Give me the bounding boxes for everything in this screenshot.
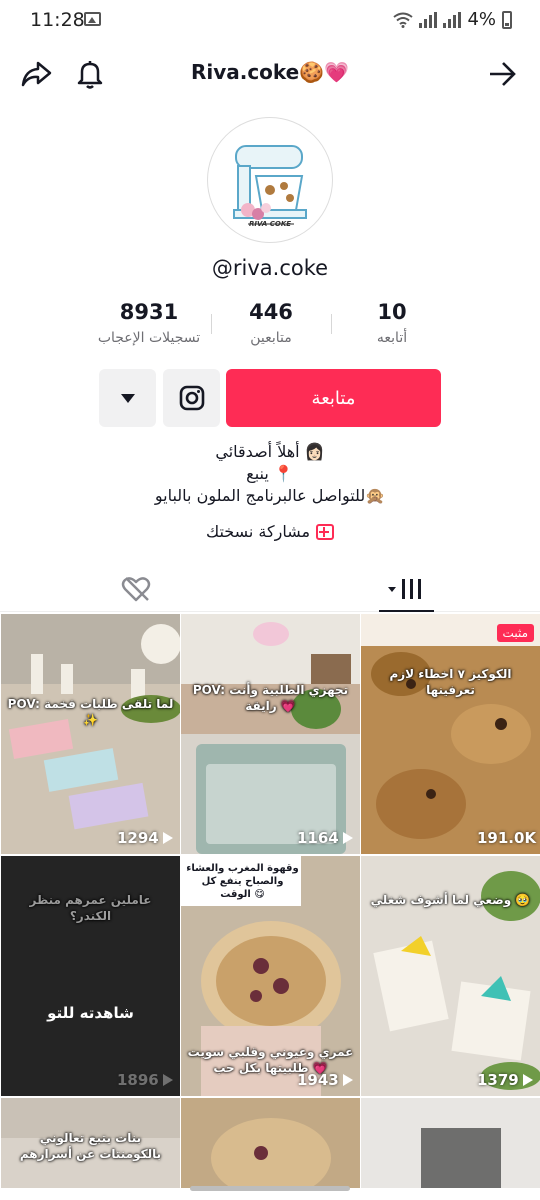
follow-button[interactable]: متابعة xyxy=(226,369,441,427)
stat-likes[interactable]: 8931 تسجيلات الإعجاب xyxy=(79,300,219,346)
status-icons: 4% xyxy=(393,9,512,30)
view-count: 1294 xyxy=(117,829,173,847)
bio-line: للتواصل عالبرنامج الملون بالبايو🙊 xyxy=(154,486,386,505)
hidden-heart-icon xyxy=(121,577,151,602)
view-count-value: 1943 xyxy=(297,1071,339,1089)
view-count-value: 1294 xyxy=(117,829,159,847)
video-tile[interactable]: POV: لما تلقى طلبات فخمة ✨ 1294 xyxy=(1,614,180,854)
play-icon xyxy=(162,832,173,844)
stat-label: أتابعه xyxy=(376,330,408,346)
view-count: 1943 xyxy=(297,1071,353,1089)
share-link-label: مشاركة نسختك xyxy=(205,522,311,541)
view-count: 1896 xyxy=(117,1071,173,1089)
tab-videos[interactable] xyxy=(376,566,436,612)
battery-icon xyxy=(502,10,512,29)
profile-actions: متابعة xyxy=(0,369,540,427)
signal-icon-2 xyxy=(443,11,462,28)
video-tile[interactable]: وقهوة المغرب والعشاء والصباح ينفع كل الو… xyxy=(181,856,360,1096)
video-thumbnail xyxy=(181,614,360,854)
battery-percent: 4% xyxy=(467,9,496,30)
caret-down-icon xyxy=(120,393,135,403)
stat-label: متابعين xyxy=(250,330,292,346)
top-bar: Riva.coke🍪💗 xyxy=(0,50,540,98)
video-tile[interactable]: مثبت الكوكيز ٧ اخطاء لازم تعرفينها 191.0… xyxy=(361,614,540,854)
just-watched-label: شاهدته للتو xyxy=(47,1004,134,1022)
view-count: 1379 xyxy=(477,1071,533,1089)
video-tile[interactable]: وضعي لما أشوف شغلي 🥹 1379 xyxy=(361,856,540,1096)
username: @riva.coke xyxy=(211,256,329,280)
home-indicator[interactable] xyxy=(190,1186,350,1191)
video-tile[interactable] xyxy=(181,1098,360,1188)
status-time: 11:28 xyxy=(30,9,85,31)
video-caption: وضعي لما أشوف شغلي 🥹 xyxy=(370,893,531,907)
page-title: Riva.coke🍪💗 xyxy=(190,60,350,84)
signal-icon xyxy=(419,11,438,28)
bio-line: أهلاً أصدقائي 👩🏻 xyxy=(215,442,325,461)
play-icon xyxy=(342,1074,353,1086)
video-thumbnail xyxy=(361,1098,540,1188)
profile-bio: أهلاً أصدقائي 👩🏻 ينبع 📍 للتواصل عالبرنام… xyxy=(0,441,540,507)
view-count: 1164 xyxy=(297,829,353,847)
video-top-caption: وقهوة المغرب والعشاء والصباح ينفع كل الو… xyxy=(186,863,299,900)
video-caption: POV: تجهزي الطلبية وأنت رايقة 💗 xyxy=(192,683,349,713)
tab-liked-hidden[interactable] xyxy=(106,566,166,612)
wifi-icon xyxy=(393,12,414,28)
avatar[interactable]: RIVA COKE xyxy=(207,117,333,243)
stat-followers[interactable]: 446 متابعين xyxy=(201,300,341,346)
video-caption: POV: لما تلقى طلبات فخمة ✨ xyxy=(7,697,174,727)
video-caption: عاملين عمرهم منظر الكندر؟ xyxy=(29,893,152,923)
more-options-button[interactable] xyxy=(99,369,156,427)
video-grid-icon xyxy=(388,579,421,599)
video-thumbnail xyxy=(361,614,540,854)
add-box-icon xyxy=(316,523,335,540)
instagram-button[interactable] xyxy=(163,369,220,427)
profile-stats: 10 أتابعه 446 متابعين 8931 تسجيلات الإعج… xyxy=(0,300,540,356)
image-notification-icon xyxy=(84,12,101,26)
avatar-logo-text: RIVA COKE xyxy=(248,220,292,228)
stat-following[interactable]: 10 أتابعه xyxy=(322,300,462,346)
stat-value: 446 xyxy=(249,300,293,324)
view-count: 191.0K xyxy=(477,829,540,847)
active-tab-indicator xyxy=(379,610,434,612)
play-icon xyxy=(522,1074,533,1086)
view-count-value: 191.0K xyxy=(477,829,537,847)
arrow-right-icon[interactable] xyxy=(484,56,520,92)
instagram-icon xyxy=(179,385,204,411)
content-tabs xyxy=(0,566,540,612)
video-caption: الكوكيز ٧ اخطاء لازم تعرفينها xyxy=(389,667,512,697)
bio-line: ينبع 📍 xyxy=(246,464,294,483)
view-count-value: 1164 xyxy=(297,829,339,847)
video-tile[interactable]: POV: تجهزي الطلبية وأنت رايقة 💗 1164 xyxy=(181,614,360,854)
pinned-badge: مثبت xyxy=(496,624,534,642)
stat-value: 8931 xyxy=(119,300,179,324)
view-count-value: 1896 xyxy=(117,1071,159,1089)
play-icon xyxy=(162,1074,173,1086)
video-thumbnail xyxy=(1,614,180,854)
video-caption: بنات يتبع تعالوني بالكومنتات عن أسرارهم xyxy=(19,1131,162,1161)
video-tile[interactable]: بنات يتبع تعالوني بالكومنتات عن أسرارهم xyxy=(1,1098,180,1188)
view-count-value: 1379 xyxy=(477,1071,519,1089)
video-tile[interactable] xyxy=(361,1098,540,1188)
stat-value: 10 xyxy=(377,300,407,324)
status-bar: 11:28 4% xyxy=(0,0,540,42)
share-your-version-link[interactable]: مشاركة نسختك xyxy=(0,522,540,541)
stat-label: تسجيلات الإعجاب xyxy=(97,330,201,346)
video-tile[interactable]: عاملين عمرهم منظر الكندر؟ شاهدته للتو 18… xyxy=(1,856,180,1096)
video-thumbnail xyxy=(181,1098,360,1188)
play-icon xyxy=(342,832,353,844)
